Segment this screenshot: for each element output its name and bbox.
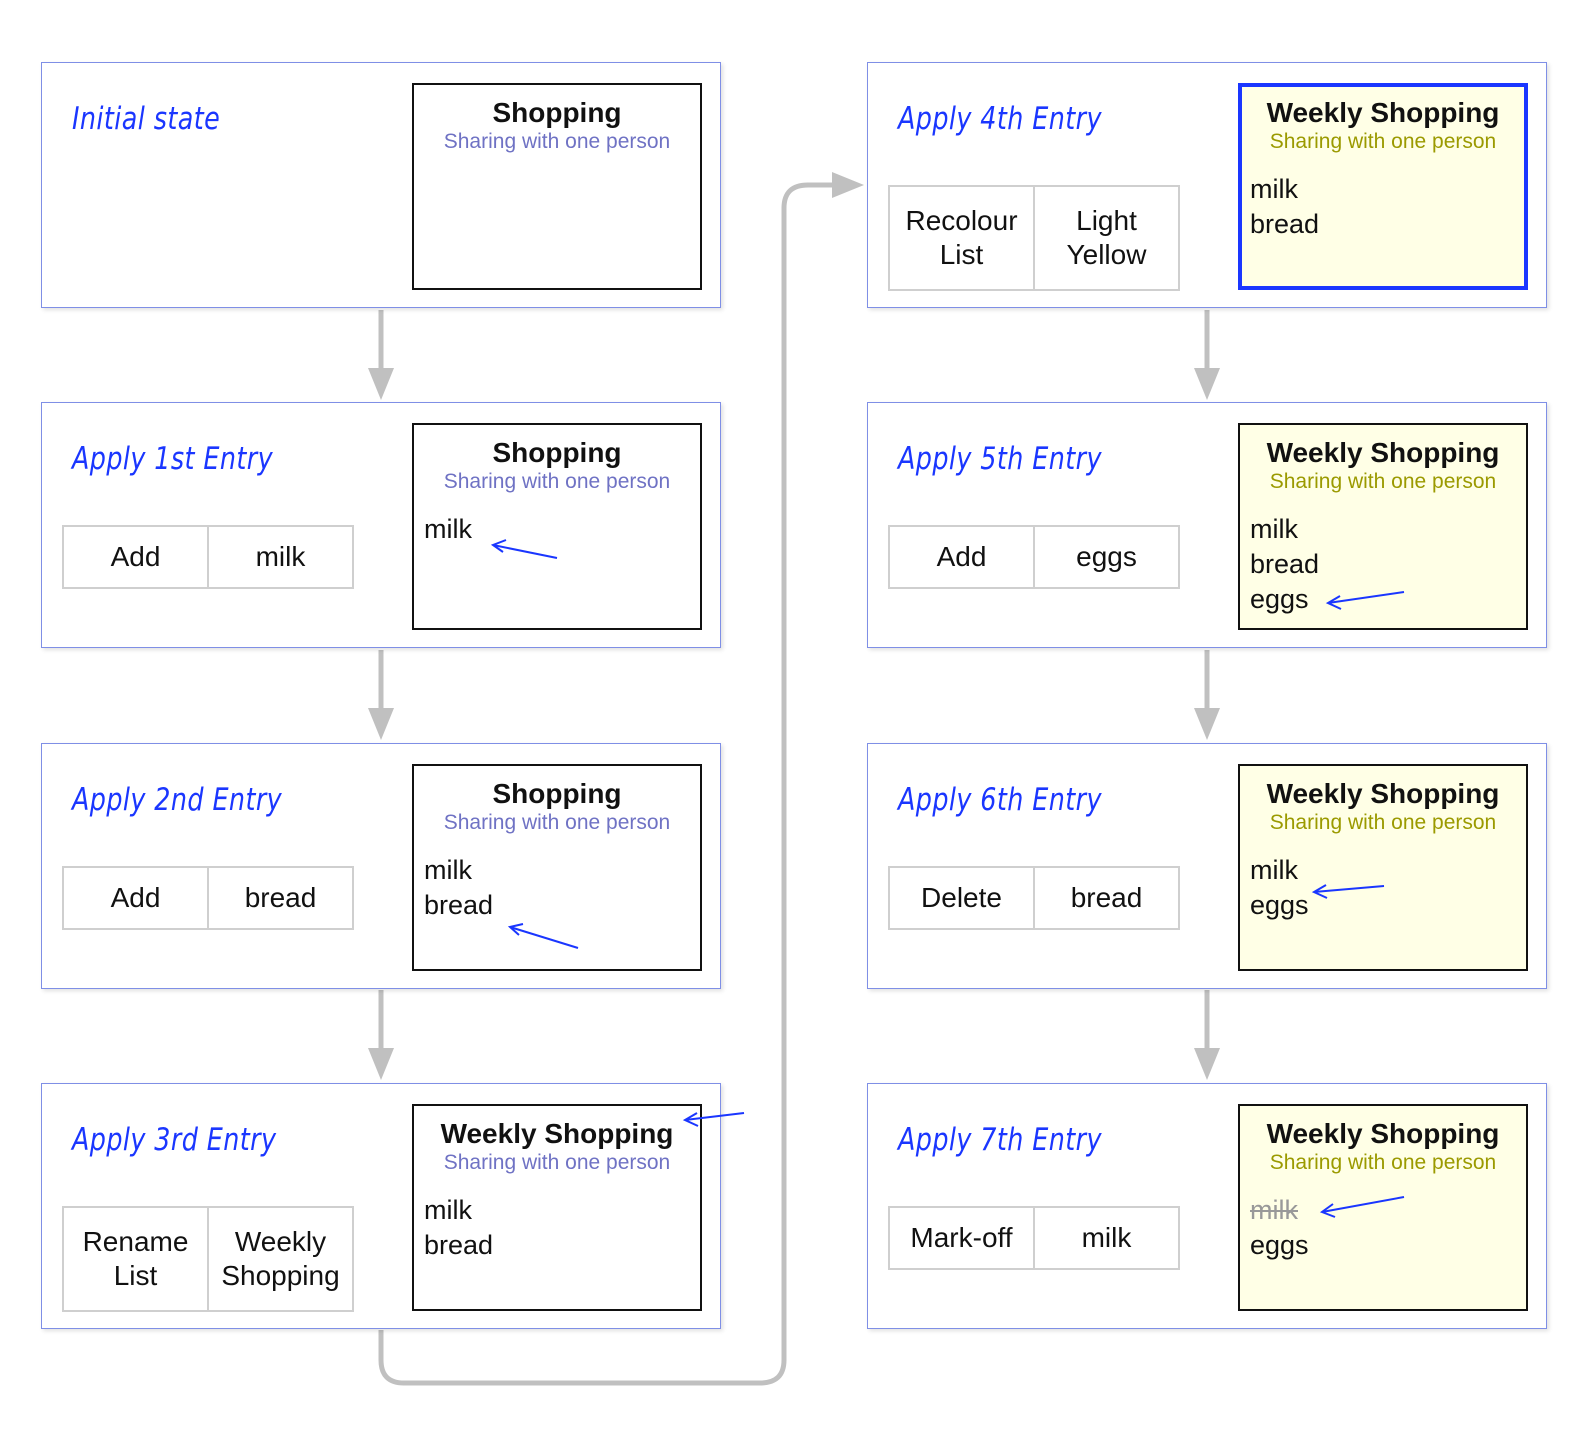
entry-op: Delete: [921, 882, 1002, 913]
step-title: Apply 5th Entry: [898, 441, 1102, 477]
list-subtitle: Sharing with one person: [1269, 470, 1497, 493]
list-item: milk: [1250, 514, 1298, 544]
list-item: milk: [424, 1195, 472, 1225]
entry-box: Delete bread: [888, 866, 1180, 930]
entry-op: Recolour List: [905, 205, 1018, 270]
entry-box: Rename List Weekly Shopping: [62, 1206, 354, 1312]
entry-op: Add: [936, 541, 987, 572]
entry-box: Add bread: [62, 866, 354, 930]
list-subtitle: Sharing with one person: [443, 130, 671, 153]
entry-op: Rename List: [82, 1226, 189, 1291]
entry-value: Light Yellow: [1033, 187, 1178, 289]
list-name: Weekly Shopping: [440, 1118, 674, 1149]
entry-box: Add milk: [62, 525, 354, 589]
list-subtitle: Sharing with one person: [443, 811, 671, 834]
step-panel-5: Apply 5th Entry Add eggs Weekly Shopping…: [867, 402, 1547, 648]
entry-box: Mark-off milk: [888, 1206, 1180, 1270]
entry-value: milk: [207, 527, 352, 587]
entry-value: eggs: [1033, 527, 1178, 587]
step-panel-3: Apply 3rd Entry Rename List Weekly Shopp…: [41, 1083, 721, 1329]
list-item: milk: [1250, 855, 1298, 885]
step-panel-2: Apply 2nd Entry Add bread Shopping Shari…: [41, 743, 721, 989]
step-title: Apply 2nd Entry: [72, 782, 283, 818]
list-item: eggs: [1250, 890, 1309, 920]
entry-value: bread: [1033, 868, 1178, 928]
list-card: Shopping Sharing with one person milk bre…: [412, 764, 702, 971]
list-subtitle: Sharing with one person: [443, 470, 671, 493]
entry-value: milk: [1033, 1208, 1178, 1268]
list-name: Shopping: [492, 778, 622, 809]
list-card: Weekly Shopping Sharing with one person …: [1238, 764, 1528, 971]
list-item: eggs: [1250, 584, 1309, 614]
list-card: Weekly Shopping Sharing with one person …: [1238, 1104, 1528, 1311]
list-item: bread: [1250, 549, 1320, 579]
list-card: Shopping Sharing with one person milk: [412, 423, 702, 630]
list-item: milk: [424, 514, 472, 544]
list-subtitle: Sharing with one person: [1269, 811, 1497, 834]
list-name: Shopping: [492, 97, 622, 128]
list-item: milk: [1250, 174, 1298, 204]
list-name: Shopping: [492, 437, 622, 468]
entry-box: Add eggs: [888, 525, 1180, 589]
step-panel-initial: Initial state Shopping Sharing with one …: [41, 62, 721, 308]
list-item-marked-off: milk: [1250, 1195, 1298, 1225]
step-title: Apply 1st Entry: [72, 441, 274, 477]
list-card: Weekly Shopping Sharing with one person …: [1238, 83, 1528, 290]
step-title: Initial state: [72, 101, 221, 137]
list-item: bread: [1250, 209, 1320, 239]
list-item: eggs: [1250, 1230, 1309, 1260]
step-panel-6: Apply 6th Entry Delete bread Weekly Shop…: [867, 743, 1547, 989]
step-title: Apply 6th Entry: [898, 782, 1102, 818]
entry-op: Add: [110, 882, 161, 913]
list-name: Weekly Shopping: [1266, 97, 1500, 128]
entry-value: Weekly Shopping: [207, 1208, 352, 1310]
list-item: milk: [424, 855, 472, 885]
step-panel-1: Apply 1st Entry Add milk Shopping Sharin…: [41, 402, 721, 648]
step-panel-7: Apply 7th Entry Mark-off milk Weekly Sho…: [867, 1083, 1547, 1329]
list-subtitle: Sharing with one person: [1269, 1151, 1497, 1174]
list-card: Shopping Sharing with one person: [412, 83, 702, 290]
entry-op: Mark-off: [910, 1222, 1013, 1253]
list-name: Weekly Shopping: [1266, 437, 1500, 468]
list-item: bread: [424, 890, 494, 920]
step-title: Apply 4th Entry: [898, 101, 1102, 137]
step-panel-4: Apply 4th Entry Recolour List Light Yell…: [867, 62, 1547, 308]
step-title: Apply 7th Entry: [898, 1122, 1102, 1158]
list-subtitle: Sharing with one person: [1269, 130, 1497, 153]
entry-value: bread: [207, 868, 352, 928]
list-name: Weekly Shopping: [1266, 1118, 1500, 1149]
list-card: Weekly Shopping Sharing with one person …: [1238, 423, 1528, 630]
list-item: bread: [424, 1230, 494, 1260]
list-card: Weekly Shopping Sharing with one person …: [412, 1104, 702, 1311]
list-subtitle: Sharing with one person: [443, 1151, 671, 1174]
list-name: Weekly Shopping: [1266, 778, 1500, 809]
entry-box: Recolour List Light Yellow: [888, 185, 1180, 291]
step-title: Apply 3rd Entry: [72, 1122, 277, 1158]
entry-op: Add: [110, 541, 161, 572]
